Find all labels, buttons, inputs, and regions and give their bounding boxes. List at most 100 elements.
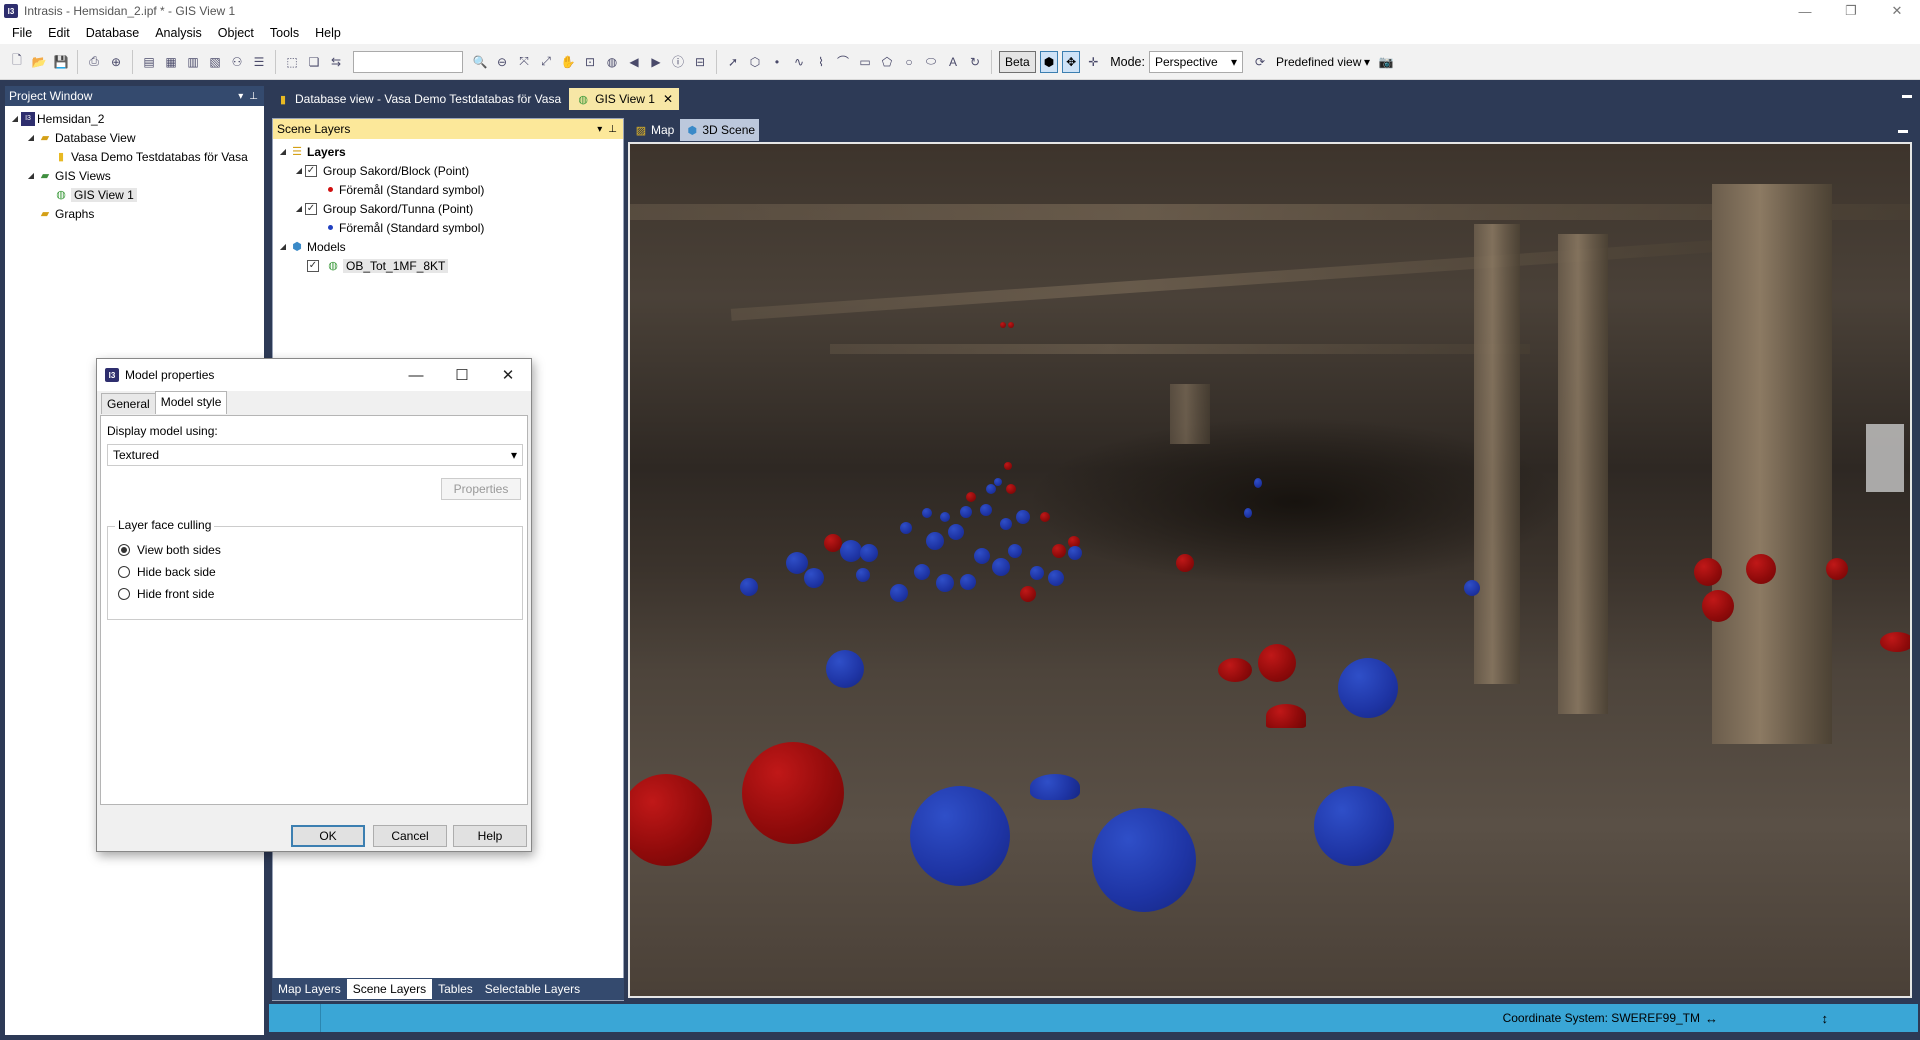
tab-general[interactable]: General bbox=[101, 393, 156, 414]
radio-view-both-sides[interactable]: View both sides bbox=[118, 543, 221, 557]
radio-button[interactable] bbox=[118, 566, 130, 578]
blue-sphere-marker[interactable] bbox=[804, 568, 824, 588]
red-sphere-marker[interactable] bbox=[1218, 658, 1252, 682]
tab-map[interactable]: ▨ Map bbox=[629, 119, 678, 141]
blue-sphere-marker[interactable] bbox=[948, 524, 964, 540]
red-sphere-marker[interactable] bbox=[1052, 544, 1066, 558]
red-sphere-marker[interactable] bbox=[1040, 512, 1050, 522]
red-sphere-marker[interactable] bbox=[1880, 632, 1910, 652]
mode-select[interactable]: Perspective ▾ bbox=[1148, 50, 1243, 73]
red-sphere-marker[interactable] bbox=[824, 534, 842, 552]
new-file-icon[interactable]: 🗋 bbox=[8, 53, 26, 71]
maximize-button[interactable]: ☐ bbox=[439, 359, 485, 391]
blue-sphere-marker[interactable] bbox=[1314, 786, 1394, 866]
menu-analysis[interactable]: Analysis bbox=[147, 22, 210, 44]
radio-button[interactable] bbox=[118, 588, 130, 600]
globe-icon[interactable]: ◍ bbox=[603, 53, 621, 71]
red-sphere-marker[interactable] bbox=[966, 492, 976, 502]
zoom-window-icon[interactable]: ⊡ bbox=[581, 53, 599, 71]
collapse-icon[interactable]: ◢ bbox=[9, 114, 21, 123]
tab-3d-scene[interactable]: ⬢ 3D Scene bbox=[680, 119, 760, 141]
layer-group-block[interactable]: ◢ ✓ Group Sakord/Block (Point) bbox=[277, 161, 619, 180]
collapse-icon[interactable]: ◢ bbox=[25, 171, 37, 180]
close-button[interactable]: ✕ bbox=[1874, 0, 1920, 22]
navigate-icon[interactable]: ✥ bbox=[1062, 50, 1081, 73]
polyline-icon[interactable]: ∿ bbox=[790, 53, 808, 71]
red-sphere-marker[interactable] bbox=[1004, 462, 1012, 470]
info-icon[interactable]: ⓘ bbox=[669, 53, 687, 71]
menu-file[interactable]: File bbox=[4, 22, 40, 44]
radio-button-selected[interactable] bbox=[118, 544, 130, 556]
blue-sphere-marker[interactable] bbox=[840, 540, 862, 562]
tab-map-layers[interactable]: Map Layers bbox=[272, 979, 347, 999]
blue-sphere-marker[interactable] bbox=[786, 552, 808, 574]
tab-model-style[interactable]: Model style bbox=[154, 391, 228, 414]
menu-object[interactable]: Object bbox=[210, 22, 262, 44]
model-checkbox[interactable]: ✓ bbox=[307, 259, 319, 272]
tab-tables[interactable]: Tables bbox=[432, 979, 479, 999]
tab-selectable-layers[interactable]: Selectable Layers bbox=[479, 979, 586, 999]
circle-icon[interactable]: ○ bbox=[900, 53, 918, 71]
tree-item-database-view[interactable]: ◢ ▰ Database View bbox=[9, 128, 260, 147]
radio-hide-back-side[interactable]: Hide back side bbox=[118, 565, 216, 579]
measure-icon[interactable]: ⊟ bbox=[691, 53, 709, 71]
blue-sphere-marker[interactable] bbox=[1000, 518, 1012, 530]
blue-sphere-marker[interactable] bbox=[992, 558, 1010, 576]
blue-sphere-marker[interactable] bbox=[856, 568, 870, 582]
3d-scene-viewport[interactable] bbox=[628, 142, 1912, 998]
polygon-icon[interactable]: ⬠ bbox=[878, 53, 896, 71]
layer-checkbox[interactable]: ✓ bbox=[305, 202, 317, 215]
pin-icon[interactable]: ⊥ bbox=[249, 91, 258, 102]
move-icon[interactable]: ✛ bbox=[1084, 53, 1102, 71]
save-icon[interactable]: 💾 bbox=[52, 53, 70, 71]
layer-item-block[interactable]: Föremål (Standard symbol) bbox=[277, 180, 619, 199]
zoom-in-icon[interactable]: 🔍 bbox=[471, 53, 489, 71]
help-button[interactable]: Help bbox=[453, 825, 527, 847]
blue-sphere-marker[interactable] bbox=[986, 484, 996, 494]
blue-sphere-marker[interactable] bbox=[960, 574, 976, 590]
grid-icon[interactable]: ▥ bbox=[184, 53, 202, 71]
blue-sphere-marker[interactable] bbox=[1008, 544, 1022, 558]
tree-item-gis-view-1[interactable]: ◍ GIS View 1 bbox=[9, 185, 260, 204]
layers-icon[interactable]: ▧ bbox=[206, 53, 224, 71]
blue-sphere-marker[interactable] bbox=[1048, 570, 1064, 586]
back-arrow-icon[interactable]: ◀ bbox=[625, 53, 643, 71]
blue-sphere-marker[interactable] bbox=[910, 786, 1010, 886]
close-button[interactable]: ✕ bbox=[485, 359, 531, 391]
curve-icon[interactable]: ⌇ bbox=[812, 53, 830, 71]
add-icon[interactable]: ⊕ bbox=[107, 53, 125, 71]
edit-shape-icon[interactable]: ⬡ bbox=[746, 53, 764, 71]
red-sphere-marker[interactable] bbox=[1258, 644, 1296, 682]
point-icon[interactable]: • bbox=[768, 53, 786, 71]
blue-sphere-marker[interactable] bbox=[1244, 508, 1252, 518]
blue-sphere-marker[interactable] bbox=[914, 564, 930, 580]
red-sphere-marker[interactable] bbox=[1826, 558, 1848, 580]
blue-sphere-marker[interactable] bbox=[1254, 478, 1262, 488]
red-sphere-marker[interactable] bbox=[1006, 484, 1016, 494]
red-sphere-marker[interactable] bbox=[1176, 554, 1194, 572]
blue-sphere-marker[interactable] bbox=[974, 548, 990, 564]
dropdown-icon[interactable]: ▾ bbox=[238, 91, 243, 102]
model-item[interactable]: ✓ ◍ OB_Tot_1MF_8KT bbox=[277, 256, 619, 275]
blue-sphere-marker[interactable] bbox=[960, 506, 972, 518]
blue-sphere-marker[interactable] bbox=[926, 532, 944, 550]
blue-sphere-marker[interactable] bbox=[740, 578, 758, 596]
layer-group-tunna[interactable]: ◢ ✓ Group Sakord/Tunna (Point) bbox=[277, 199, 619, 218]
toolbar-search-input[interactable] bbox=[353, 50, 463, 73]
share-icon[interactable]: ⇆ bbox=[327, 53, 345, 71]
display-model-select[interactable]: Textured ▾ bbox=[107, 444, 523, 466]
binoculars-icon[interactable]: ⚇ bbox=[228, 53, 246, 71]
red-sphere-marker[interactable] bbox=[1020, 586, 1036, 602]
minimize-button[interactable]: — bbox=[393, 359, 439, 391]
close-tab-icon[interactable]: ✕ bbox=[663, 92, 673, 106]
pin-icon[interactable]: ⊥ bbox=[608, 124, 617, 135]
blue-sphere-marker[interactable] bbox=[1338, 658, 1398, 718]
vertical-resize-icon[interactable]: ↕ bbox=[1822, 1011, 1829, 1026]
select-tool-icon[interactable]: ⬚ bbox=[283, 53, 301, 71]
horizontal-resize-icon[interactable]: ↔ bbox=[1705, 1011, 1718, 1026]
blue-sphere-marker[interactable] bbox=[900, 522, 912, 534]
tree-item-root[interactable]: ◢ I3 Hemsidan_2 bbox=[9, 109, 260, 128]
dropdown-icon[interactable]: ▾ bbox=[597, 124, 602, 135]
blue-sphere-marker[interactable] bbox=[890, 584, 908, 602]
collapse-icon[interactable]: ◢ bbox=[277, 147, 289, 156]
